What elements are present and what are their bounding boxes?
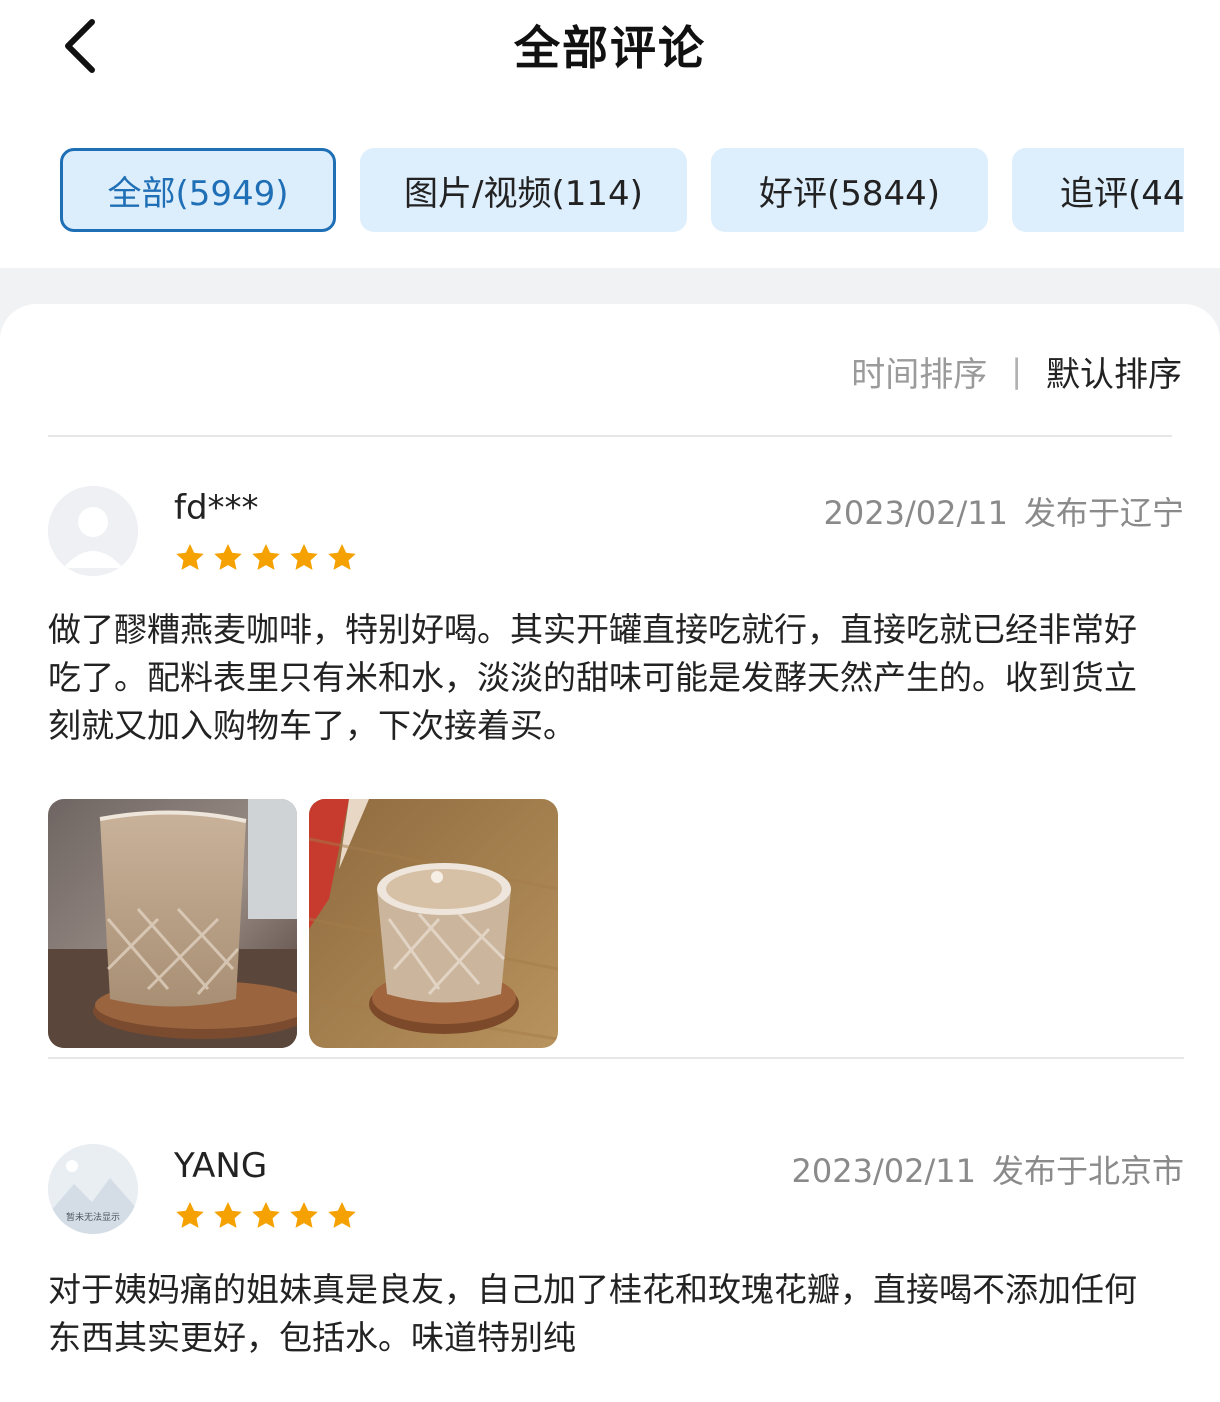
review-date: 2023/02/11 [823, 494, 1008, 532]
rating-stars [174, 542, 364, 574]
filter-tabs: 全部(5949) 图片/视频(114) 好评(5844) 追评(44 [60, 148, 1184, 234]
star-icon [176, 544, 204, 570]
iced-coffee-glass-photo [48, 799, 297, 1048]
rating-stars [174, 1200, 364, 1232]
page-title: 全部评论 [514, 21, 706, 75]
star-icon [252, 544, 280, 570]
avatar[interactable]: 暂未无法显示 [48, 1144, 138, 1234]
review-photo[interactable] [309, 799, 558, 1048]
divider [48, 435, 1172, 437]
coffee-glass-top-photo [309, 799, 558, 1048]
review-username: YANG [174, 1146, 268, 1186]
review-item: 暂未无法显示 YANG 2023/02/11 发布于北京市 对于姨妈痛的姐妹真是良… [48, 1144, 1184, 1394]
divider [48, 1057, 1184, 1059]
star-icon [290, 544, 318, 570]
sort-bar: 时间排序 | 默认排序 [851, 347, 1182, 396]
star-icon [252, 1202, 280, 1228]
review-meta: 2023/02/11 发布于辽宁 [824, 488, 1184, 534]
star-icon [328, 1202, 356, 1228]
tab-all[interactable]: 全部(5949) [60, 148, 336, 232]
review-text: 对于姨妈痛的姐妹真是良友，自己加了桂花和玫瑰花瓣，直接喝不添加任何东西其实更好，… [48, 1270, 1137, 1357]
star-icon [290, 1202, 318, 1228]
review-item: fd*** 2023/02/11 发布于辽宁 做了醪糟燕麦咖啡，特别好喝。其实开罐… [48, 486, 1184, 1056]
reviews-page: 全部评论 全部(5949) 图片/视频(114) 好评(5844) 追评(44 … [0, 0, 1220, 1402]
review-photos [48, 799, 570, 1048]
review-username: fd*** [174, 488, 259, 528]
sort-divider: | [1011, 352, 1022, 390]
avatar-caption: 暂未无法显示 [66, 1211, 120, 1223]
star-icon [176, 1202, 204, 1228]
star-icon [328, 544, 356, 570]
sort-by-time[interactable]: 时间排序 [851, 347, 987, 396]
default-user-icon [48, 486, 138, 576]
review-date: 2023/02/11 [791, 1152, 976, 1190]
tab-photo-video[interactable]: 图片/视频(114) [360, 148, 687, 232]
star-icon [214, 544, 242, 570]
header: 全部评论 [0, 0, 1220, 90]
tab-follow-up[interactable]: 追评(44 [1012, 148, 1184, 232]
review-photo[interactable] [48, 799, 297, 1048]
avatar[interactable] [48, 486, 138, 576]
tab-positive[interactable]: 好评(5844) [711, 148, 988, 232]
image-placeholder-icon: 暂未无法显示 [48, 1144, 138, 1234]
review-location: 发布于北京市 [991, 1152, 1184, 1190]
review-location: 发布于辽宁 [1023, 494, 1184, 532]
review-text: 做了醪糟燕麦咖啡，特别好喝。其实开罐直接吃就行，直接吃就已经非常好吃了。配料表里… [48, 610, 1137, 745]
sort-default[interactable]: 默认排序 [1046, 347, 1182, 396]
star-icon [214, 1202, 242, 1228]
review-meta: 2023/02/11 发布于北京市 [792, 1146, 1184, 1192]
